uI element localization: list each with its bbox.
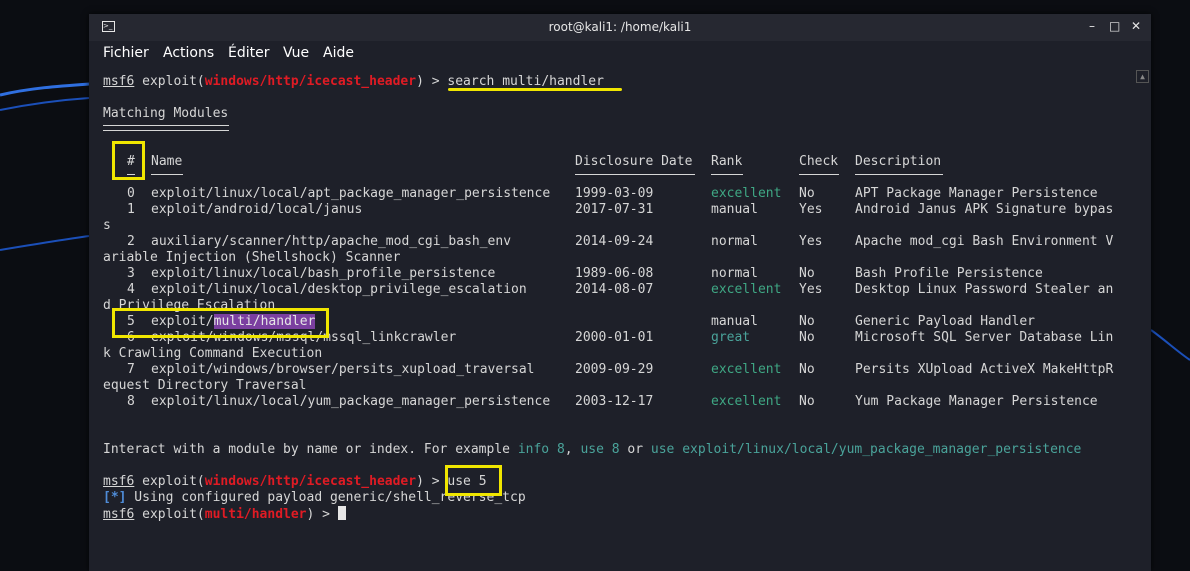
menu-bar: Fichier Actions Éditer Vue Aide [89, 41, 1151, 67]
row-desc: APT Package Manager Persistence [855, 186, 1098, 201]
col-underline [799, 174, 839, 175]
row-rank: manual [711, 314, 758, 329]
row-date: 2017-07-31 [575, 202, 654, 217]
row-desc: Desktop Linux Password Stealer an [855, 282, 1114, 297]
prompt-line: msf6 exploit(windows/http/icecast_header… [103, 474, 487, 489]
row-rank: normal [711, 266, 758, 281]
row-rank: excellent [711, 282, 782, 297]
row-rank: great [711, 330, 751, 345]
row-desc: Android Janus APK Signature bypas [855, 202, 1114, 217]
row-desc: Generic Payload Handler [855, 314, 1036, 329]
row-rank: excellent [711, 394, 782, 409]
scrollbar[interactable]: ▲ [1134, 67, 1151, 571]
annotation-box [445, 465, 502, 496]
row-date: 2014-09-24 [575, 234, 654, 249]
row-name: exploit/android/local/janus [151, 202, 363, 217]
row-date: 1999-03-09 [575, 186, 654, 201]
row-check: No [799, 186, 815, 201]
row-desc: Bash Profile Persistence [855, 266, 1043, 281]
command-text: search multi/handler [447, 74, 604, 89]
row-name: exploit/windows/browser/persits_xupload_… [151, 362, 535, 377]
scroll-up-icon[interactable]: ▲ [1136, 70, 1149, 83]
row-check: Yes [799, 282, 823, 297]
menu-actions[interactable]: Actions [163, 45, 214, 61]
row-rank: manual [711, 202, 758, 217]
row-name: exploit/linux/local/desktop_privilege_es… [151, 282, 527, 297]
col-underline [855, 174, 943, 175]
annotation-underline [448, 88, 622, 91]
row-name: auxiliary/scanner/http/apache_mod_cgi_ba… [151, 234, 512, 249]
row-check: No [799, 330, 815, 345]
terminal-window: >_ root@kali1: /home/kali1 – □ ✕ Fichier… [89, 14, 1151, 571]
row-num: 2 [127, 234, 135, 249]
row-desc: Apache mod_cgi Bash Environment V [855, 234, 1114, 249]
row-rank: excellent [711, 362, 782, 377]
menu-fichier[interactable]: Fichier [103, 45, 149, 61]
row-rank: normal [711, 234, 758, 249]
row-desc-wrap: k Crawling Command Execution [103, 346, 323, 361]
col-rank: Rank [711, 154, 743, 169]
row-num: 1 [127, 202, 135, 217]
row-date: 2000-01-01 [575, 330, 654, 345]
row-date: 2009-09-29 [575, 362, 654, 377]
row-name: exploit/linux/local/bash_profile_persist… [151, 266, 496, 281]
col-check: Check [799, 154, 839, 169]
col-desc: Description [855, 154, 942, 169]
prompt-line: msf6 exploit(multi/handler) > [103, 506, 346, 522]
col-underline [575, 174, 695, 175]
row-check: No [799, 362, 815, 377]
row-num: 8 [127, 394, 135, 409]
row-check: No [799, 394, 815, 409]
annotation-box [112, 141, 145, 180]
row-num: 7 [127, 362, 135, 377]
row-check: No [799, 314, 815, 329]
row-check: Yes [799, 202, 823, 217]
col-underline [151, 174, 183, 175]
row-num: 3 [127, 266, 135, 281]
maximize-button[interactable]: □ [1109, 19, 1120, 33]
close-button[interactable]: ✕ [1131, 19, 1141, 33]
text-cursor [337, 506, 346, 520]
row-date: 2003-12-17 [575, 394, 654, 409]
row-num: 4 [127, 282, 135, 297]
annotation-box [112, 308, 329, 338]
row-name: exploit/linux/local/yum_package_manager_… [151, 394, 551, 409]
row-check: No [799, 266, 815, 281]
interact-hint: Interact with a module by name or index.… [103, 442, 1082, 457]
heading-underline [103, 125, 229, 131]
row-desc: Yum Package Manager Persistence [855, 394, 1098, 409]
minimize-button[interactable]: – [1089, 19, 1095, 33]
row-desc-wrap: s [103, 218, 111, 233]
col-date: Disclosure Date [575, 154, 693, 169]
window-title: root@kali1: /home/kali1 [548, 20, 692, 34]
row-desc: Persits XUpload ActiveX MakeHttpR [855, 362, 1114, 377]
section-heading: Matching Modules [103, 106, 229, 121]
row-check: Yes [799, 234, 823, 249]
menu-vue[interactable]: Vue [283, 45, 309, 61]
row-num: 0 [127, 186, 135, 201]
row-desc: Microsoft SQL Server Database Lin [855, 330, 1114, 345]
title-bar: >_ root@kali1: /home/kali1 – □ ✕ [89, 14, 1151, 41]
row-date: 1989-06-08 [575, 266, 654, 281]
row-desc-wrap: ariable Injection (Shellshock) Scanner [103, 250, 401, 265]
row-date: 2014-08-07 [575, 282, 654, 297]
row-rank: excellent [711, 186, 782, 201]
col-underline [711, 174, 743, 175]
row-desc-wrap: equest Directory Traversal [103, 378, 307, 393]
menu-editer[interactable]: Éditer [228, 45, 269, 61]
col-name: Name [151, 154, 183, 169]
row-name: exploit/linux/local/apt_package_manager_… [151, 186, 551, 201]
menu-aide[interactable]: Aide [323, 45, 354, 61]
